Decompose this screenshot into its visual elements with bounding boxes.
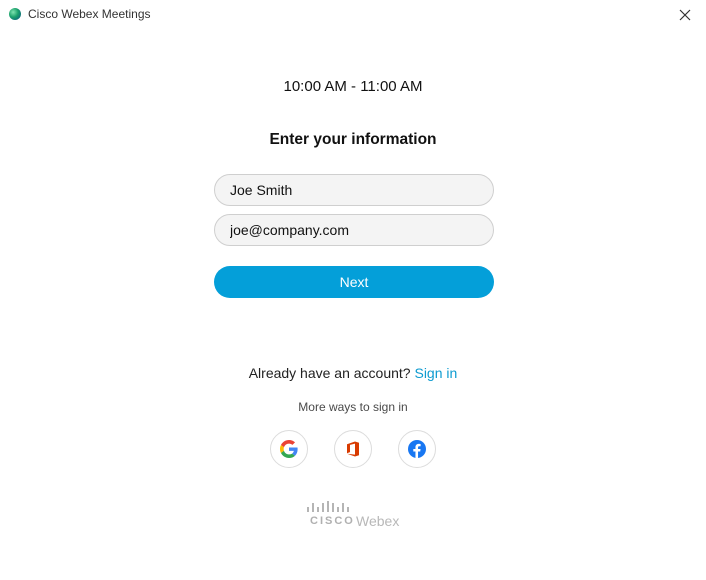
title-bar: Cisco Webex Meetings bbox=[0, 0, 706, 30]
office-sign-in-button[interactable] bbox=[334, 430, 372, 468]
google-icon bbox=[280, 440, 298, 458]
account-prompt-text: Already have an account? bbox=[248, 365, 411, 381]
meeting-time-range: 10:00 AM - 11:00 AM bbox=[283, 78, 423, 95]
account-prompt-line: Already have an account? Sign in bbox=[0, 365, 706, 381]
next-button[interactable]: Next bbox=[214, 266, 494, 298]
email-field[interactable] bbox=[214, 214, 494, 246]
office-icon bbox=[347, 441, 359, 457]
webex-wordmark: Webex bbox=[356, 513, 400, 529]
webex-join-window: Cisco Webex Meetings 10:00 AM - 11:00 AM… bbox=[0, 0, 706, 580]
cisco-webex-logo: CISCO Webex bbox=[306, 500, 406, 530]
webex-app-icon bbox=[9, 8, 21, 20]
facebook-sign-in-button[interactable] bbox=[398, 430, 436, 468]
google-sign-in-button[interactable] bbox=[270, 430, 308, 468]
more-ways-label: More ways to sign in bbox=[298, 400, 408, 414]
form-heading: Enter your information bbox=[269, 131, 437, 148]
facebook-icon bbox=[408, 440, 426, 458]
close-icon bbox=[679, 9, 691, 21]
cisco-wordmark: CISCO bbox=[310, 515, 355, 527]
close-button[interactable] bbox=[674, 5, 696, 25]
cisco-bars-icon bbox=[307, 501, 349, 512]
window-title: Cisco Webex Meetings bbox=[28, 7, 151, 21]
name-field[interactable] bbox=[214, 174, 494, 206]
sign-in-link[interactable]: Sign in bbox=[414, 365, 457, 381]
